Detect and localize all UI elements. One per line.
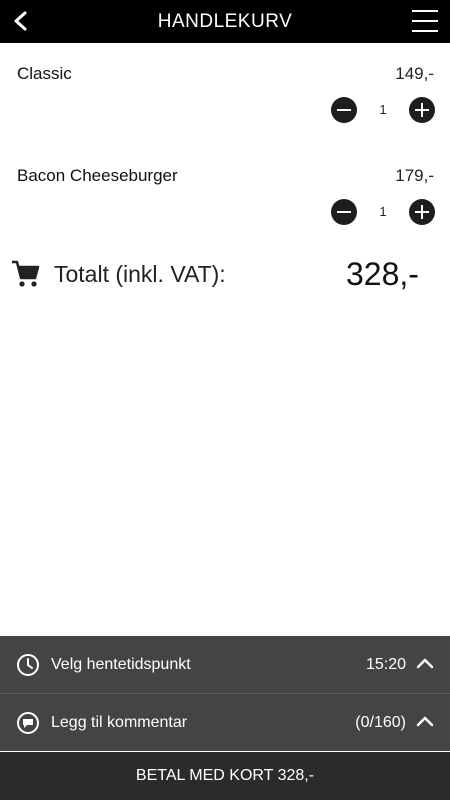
shopping-cart-icon [12,260,40,287]
quantity-stepper: 1 [331,97,435,125]
increase-quantity-button[interactable] [409,97,435,123]
cart-item: Classic 149,- 1 [0,64,450,124]
chevron-up-icon[interactable] [416,715,434,727]
quantity-value: 1 [379,204,387,219]
quantity-value: 1 [379,102,387,117]
pay-with-card-button[interactable]: BETAL MED KORT 328,- [0,752,450,800]
minus-icon [337,109,351,111]
total-label: Totalt (inkl. VAT): [54,261,226,287]
decrease-quantity-button[interactable] [331,97,357,123]
quantity-stepper: 1 [331,199,435,227]
cart-item: Bacon Cheeseburger 179,- 1 [0,166,450,226]
pickup-time-selector[interactable]: Velg hentetidspunkt 15:20 [0,636,450,693]
pickup-time-label: Velg hentetidspunkt [51,656,191,673]
cart-total: Totalt (inkl. VAT): 328,- [0,253,450,303]
cart-item-name: Classic [17,64,72,83]
hamburger-menu-icon[interactable] [412,9,438,33]
total-amount: 328,- [346,256,419,292]
chevron-up-icon[interactable] [416,657,434,669]
increase-quantity-button[interactable] [409,199,435,225]
app-header: HANDLEKURV [0,0,450,43]
plus-icon-vertical [421,205,423,219]
comment-bubble-icon [17,712,39,734]
clock-icon [17,654,39,676]
cart-item-name: Bacon Cheeseburger [17,166,178,185]
add-comment-label: Legg til kommentar [51,714,188,731]
add-comment-selector[interactable]: Legg til kommentar (0/160) [0,694,450,751]
comment-char-count: (0/160) [355,714,406,731]
decrease-quantity-button[interactable] [331,199,357,225]
cart-item-price: 149,- [395,64,434,83]
pickup-time-value: 15:20 [365,656,406,673]
minus-icon [337,211,351,213]
plus-icon-vertical [421,103,423,117]
cart-item-price: 179,- [395,166,434,185]
page-title: HANDLEKURV [157,11,293,32]
